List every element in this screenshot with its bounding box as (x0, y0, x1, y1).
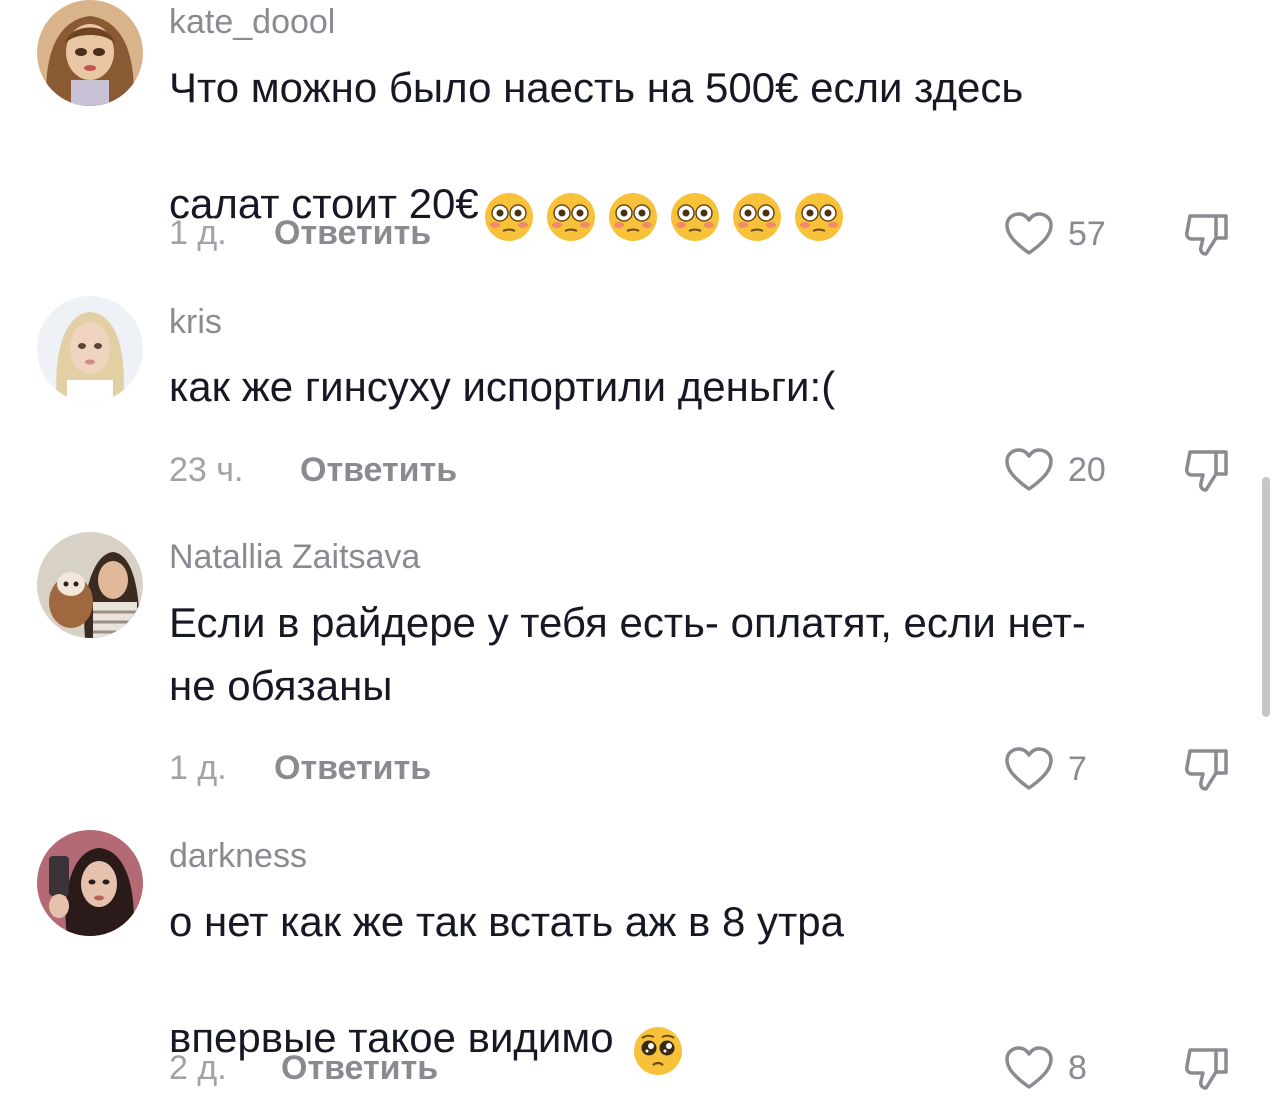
like-count: 57 (1068, 215, 1106, 253)
heart-icon (1005, 1046, 1053, 1089)
avatar[interactable] (37, 830, 143, 936)
like-button[interactable]: 8 (1004, 1044, 1087, 1092)
flushed-face-icon (607, 191, 659, 243)
thumbs-down-icon (1185, 1048, 1228, 1090)
heart-icon (1005, 448, 1053, 491)
flushed-face-icon (731, 191, 783, 243)
reply-button[interactable]: Ответить (274, 213, 431, 253)
avatar[interactable] (37, 532, 143, 638)
comment-username[interactable]: Natallia Zaitsava (169, 537, 420, 577)
emoji-row (632, 953, 694, 1079)
comment-time: 1 д. (169, 214, 227, 252)
flushed-face-icon (793, 191, 845, 243)
avatar[interactable] (37, 296, 143, 402)
like-count: 8 (1068, 1049, 1087, 1087)
dislike-button[interactable] (1182, 444, 1234, 496)
reply-button[interactable]: Ответить (281, 1048, 438, 1088)
flushed-face-icon (483, 191, 535, 243)
like-button[interactable]: 57 (1004, 210, 1106, 258)
dislike-button[interactable] (1182, 208, 1234, 260)
comment-text-content: о нет как же так встать аж в 8 утра впер… (169, 898, 844, 1061)
avatar[interactable] (37, 0, 143, 106)
comment-time: 1 д. (169, 749, 227, 787)
like-button[interactable]: 7 (1004, 745, 1087, 793)
heart-icon (1005, 212, 1053, 255)
thumbs-down-icon (1185, 214, 1228, 256)
dislike-button[interactable] (1182, 1042, 1234, 1094)
like-count: 20 (1068, 451, 1106, 489)
comment-username[interactable]: kate_doool (169, 2, 335, 42)
comment-text: как же гинсуху испортили деньги:( (169, 363, 836, 410)
comment-time: 23 ч. (169, 451, 244, 489)
comment-username[interactable]: darkness (169, 836, 307, 876)
scrollbar[interactable] (1262, 477, 1270, 717)
reply-button[interactable]: Ответить (274, 748, 431, 788)
comment-time: 2 д. (169, 1049, 227, 1087)
flushed-face-icon (669, 191, 721, 243)
thumbs-down-icon (1185, 450, 1228, 492)
dislike-button[interactable] (1182, 743, 1234, 795)
flushed-face-icon (545, 191, 597, 243)
emoji-row (483, 119, 855, 245)
heart-icon (1005, 747, 1053, 790)
comment-text: Если в райдере у тебя есть- оплатят, есл… (169, 599, 1086, 709)
reply-button[interactable]: Ответить (300, 450, 457, 490)
pleading-face-icon (632, 1025, 684, 1077)
comment-username[interactable]: kris (169, 302, 222, 342)
like-count: 7 (1068, 750, 1087, 788)
like-button[interactable]: 20 (1004, 446, 1106, 494)
thumbs-down-icon (1185, 749, 1228, 791)
